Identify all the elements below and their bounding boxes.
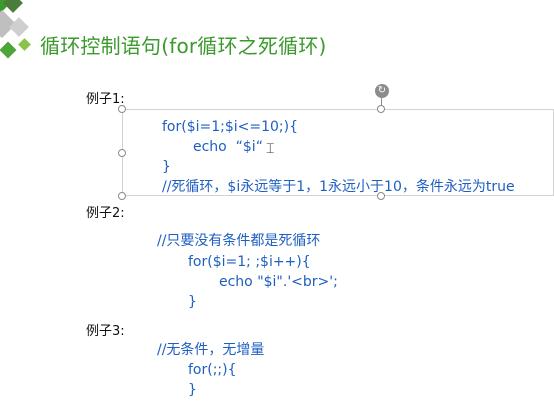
example2-code-line-2: echo "$i".'<br>'; — [219, 274, 338, 290]
example3-code-line-2: } — [188, 382, 197, 398]
example1-label: 例子1: — [86, 92, 125, 107]
rotate-handle-icon[interactable]: ↻ — [375, 84, 389, 98]
example1-code-line-2: echo “$i“ — [193, 139, 263, 155]
example1-code-line-3: } — [162, 159, 171, 175]
slide: 循环控制语句(for循环之死循环) 例子1: ↻ for($i=1;$i<=10… — [0, 0, 554, 413]
slide-title: 循环控制语句(for循环之死循环) — [40, 34, 327, 58]
example1-comment: //死循环，$i永远等于1，1永远小于10，条件永远为true — [162, 179, 515, 195]
text-cursor-icon: ⌶ — [266, 141, 275, 157]
example2-label: 例子2: — [86, 206, 125, 221]
corner-decoration-square-5 — [0, 41, 17, 59]
resize-handle-bottom-left[interactable] — [118, 192, 126, 200]
resize-handle-middle-left[interactable] — [118, 149, 126, 157]
example3-comment: //无条件，无增量 — [157, 342, 265, 358]
corner-decoration-square-2 — [3, 0, 23, 13]
example3-code-line-1: for(;;){ — [188, 362, 237, 378]
example1-code-line-1: for($i=1;$i<=10;){ — [162, 119, 299, 135]
example2-code-line-3: } — [188, 294, 197, 310]
resize-handle-top-left[interactable] — [118, 105, 126, 113]
example2-comment: //只要没有条件都是死循环 — [157, 233, 321, 249]
resize-handle-top-middle[interactable] — [377, 105, 385, 113]
example3-label: 例子3: — [86, 324, 125, 339]
corner-decoration-square-6 — [18, 38, 31, 51]
example2-code-line-1: for($i=1; ;$i++){ — [188, 254, 311, 270]
